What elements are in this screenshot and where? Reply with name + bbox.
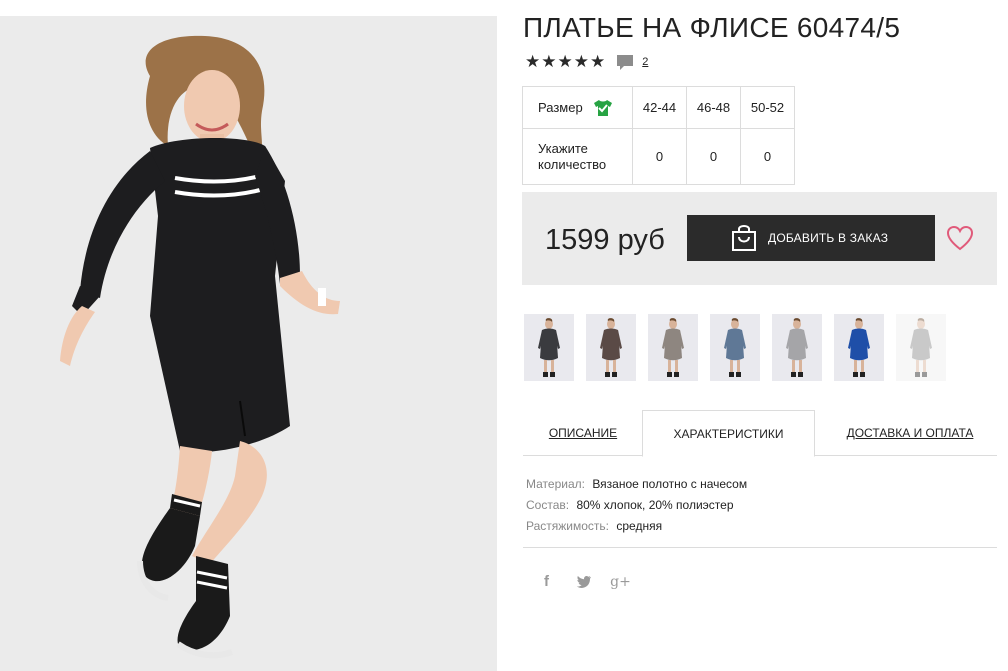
tab-characteristics-label: ХАРАКТЕРИСТИКИ — [673, 426, 784, 441]
thumbnail-model — [662, 318, 684, 377]
tab-delivery-label: ДОСТАВКА И ОПЛАТА — [846, 426, 974, 440]
quantity-input[interactable]: 0 — [632, 128, 687, 185]
quantity-label-cell: Укажите количество — [522, 128, 633, 185]
star-icon[interactable]: ★ — [525, 53, 540, 71]
thumbnail-model — [848, 318, 870, 377]
thumbnail-model — [910, 318, 932, 377]
spec-value: 80% хлопок, 20% полиэстер — [576, 498, 734, 512]
star-icon[interactable]: ★ — [558, 53, 573, 71]
spec-value: Вязаное полотно с начесом — [592, 477, 748, 491]
product-rating: ★ ★ ★ ★ ★ 2 — [525, 53, 648, 71]
color-thumbnail[interactable] — [896, 314, 946, 381]
spec-row: Состав: 80% хлопок, 20% полиэстер — [526, 495, 747, 516]
size-chart-shirt-icon[interactable] — [593, 99, 613, 117]
size-table: Размер 42-44 46-48 50-52 Укажите количес… — [522, 86, 795, 185]
quantity-input[interactable]: 0 — [686, 128, 741, 185]
spec-row: Растяжимость: средняя — [526, 516, 747, 537]
size-option[interactable]: 50-52 — [740, 86, 795, 129]
tab-characteristics[interactable]: ХАРАКТЕРИСТИКИ — [642, 410, 815, 457]
spec-key: Материал: — [526, 477, 585, 491]
product-tabs: ОПИСАНИЕ ХАРАКТЕРИСТИКИ ДОСТАВКА И ОПЛАТ… — [523, 410, 997, 457]
star-icon[interactable]: ★ — [590, 53, 605, 71]
divider — [523, 547, 997, 548]
rating-stars[interactable]: ★ ★ ★ ★ ★ — [525, 53, 606, 71]
tab-description[interactable]: ОПИСАНИЕ — [523, 410, 643, 456]
spec-key: Растяжимость: — [526, 519, 610, 533]
thumbnail-model — [724, 318, 746, 377]
buy-panel: 1599 руб ДОБАВИТЬ В ЗАКАЗ — [522, 192, 997, 285]
product-photo-model — [0, 16, 497, 671]
tab-description-label: ОПИСАНИЕ — [548, 426, 618, 440]
size-row: Размер 42-44 46-48 50-52 — [522, 86, 795, 129]
quantity-row: Укажите количество 0 0 0 — [522, 128, 795, 185]
add-to-order-label: ДОБАВИТЬ В ЗАКАЗ — [768, 231, 889, 245]
color-thumbnail[interactable] — [586, 314, 636, 381]
size-label-cell: Размер — [522, 86, 633, 129]
size-option[interactable]: 46-48 — [686, 86, 741, 129]
tab-delivery[interactable]: ДОСТАВКА И ОПЛАТА — [823, 410, 997, 456]
color-thumbnail[interactable] — [524, 314, 574, 381]
color-thumbnails — [524, 314, 946, 381]
star-icon[interactable]: ★ — [541, 53, 556, 71]
spec-value: средняя — [616, 519, 663, 533]
quantity-label-line2: количество — [538, 156, 607, 172]
quantity-input[interactable]: 0 — [740, 128, 795, 185]
size-label: Размер — [538, 100, 583, 115]
size-option[interactable]: 42-44 — [632, 86, 687, 129]
thumbnail-model — [538, 318, 560, 377]
facebook-icon[interactable]: f — [538, 573, 555, 590]
color-thumbnail[interactable] — [772, 314, 822, 381]
review-count-link[interactable]: 2 — [642, 56, 648, 68]
thumbnail-model — [600, 318, 622, 377]
product-title: ПЛАТЬЕ НА ФЛИСЕ 60474/5 — [523, 12, 901, 43]
google-plus-icon[interactable]: g+ — [610, 573, 631, 590]
quantity-label-line1: Укажите — [538, 140, 588, 156]
add-to-order-button[interactable]: ДОБАВИТЬ В ЗАКАЗ — [687, 215, 935, 261]
social-share: f g+ — [538, 573, 631, 590]
spec-key: Состав: — [526, 498, 570, 512]
color-thumbnail[interactable] — [834, 314, 884, 381]
comment-icon[interactable] — [616, 53, 634, 71]
characteristics-list: Материал: Вязаное полотно с начесом Сост… — [526, 474, 747, 537]
twitter-icon[interactable] — [575, 573, 592, 590]
twitter-bird-icon — [576, 575, 591, 588]
product-price: 1599 руб — [545, 224, 665, 256]
product-photo[interactable] — [0, 16, 497, 671]
shopping-bag-icon — [732, 225, 756, 251]
heart-icon[interactable] — [946, 225, 974, 251]
spec-row: Материал: Вязаное полотно с начесом — [526, 474, 747, 495]
color-thumbnail[interactable] — [710, 314, 760, 381]
star-icon[interactable]: ★ — [574, 53, 589, 71]
color-thumbnail[interactable] — [648, 314, 698, 381]
thumbnail-model — [786, 318, 808, 377]
